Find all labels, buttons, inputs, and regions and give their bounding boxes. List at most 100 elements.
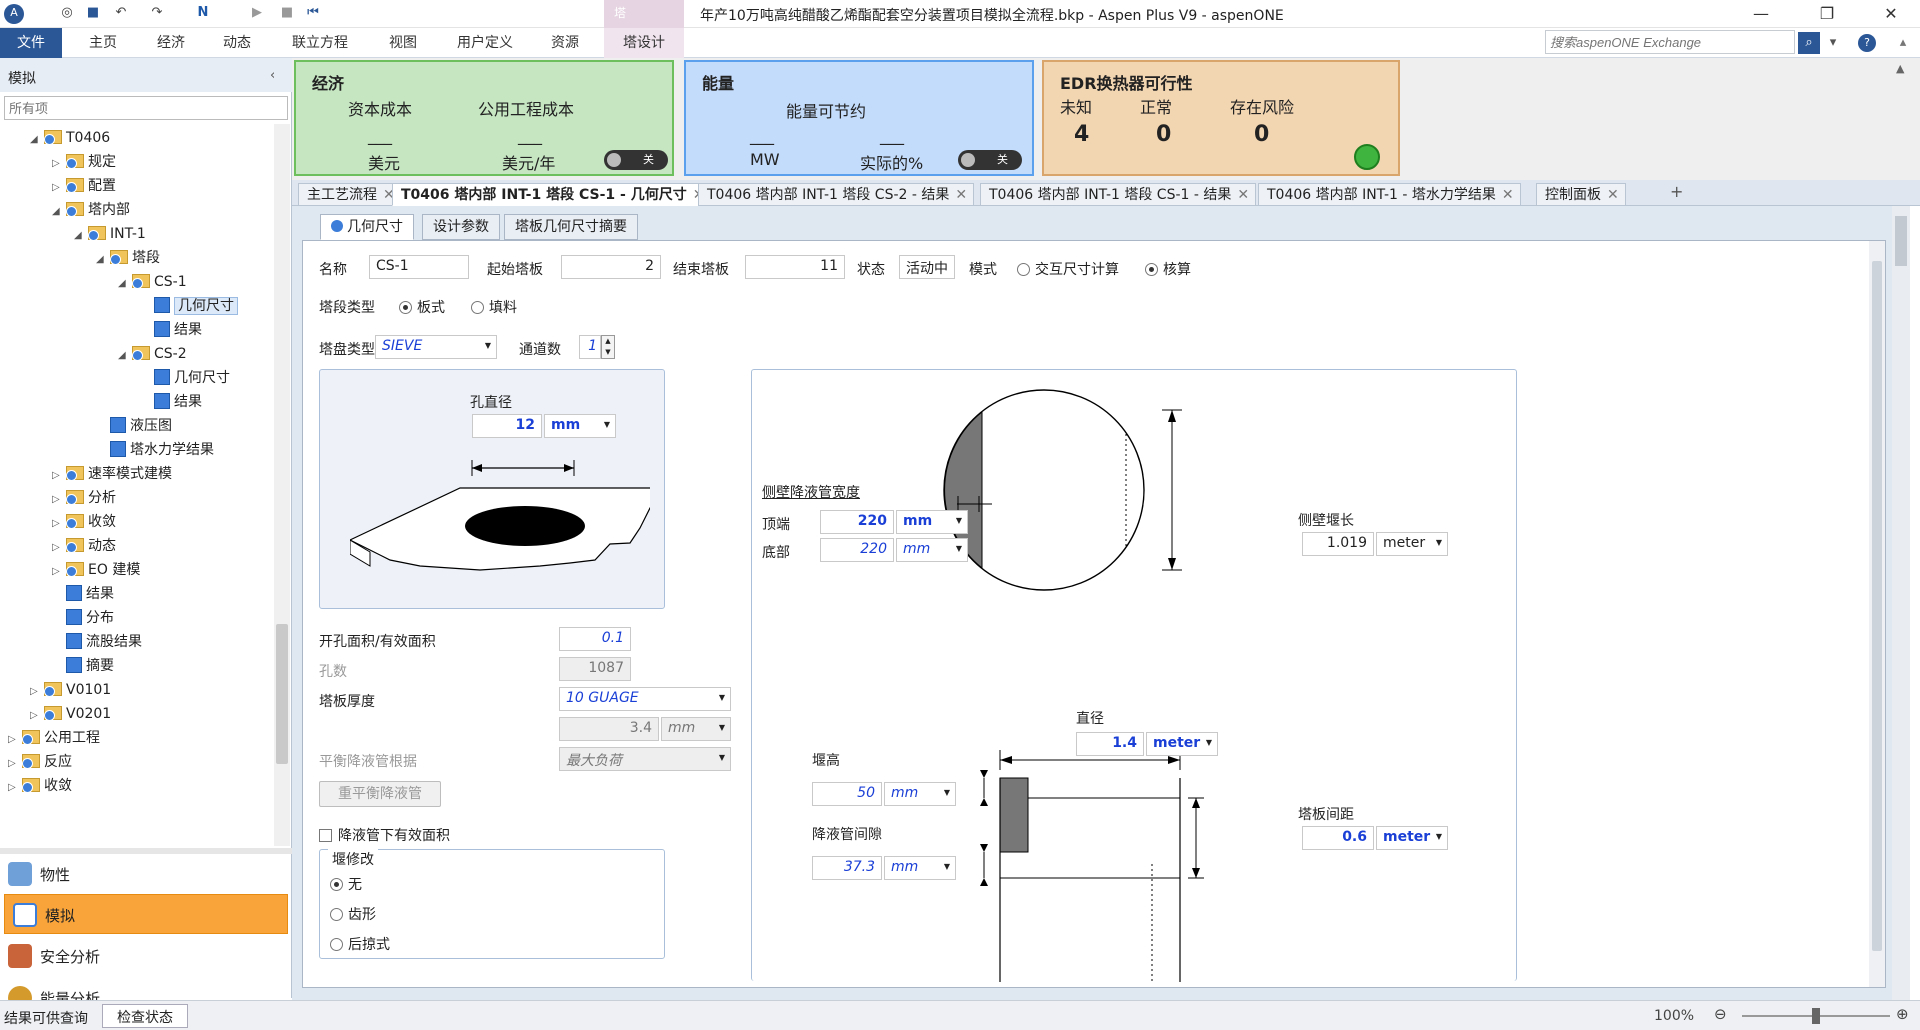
tree-item[interactable]: 几何尺寸 <box>140 366 230 390</box>
energy-panel[interactable]: 能量 能量可节约 ___ ___ MW 实际的% 关 <box>684 60 1034 176</box>
open-area-field[interactable]: 0.1 <box>559 627 631 651</box>
diameter-unit-select[interactable]: meter <box>1146 732 1218 756</box>
tree-item[interactable]: 摘要 <box>52 654 114 678</box>
tree-item[interactable]: ▷ V0201 <box>30 702 111 726</box>
tree-item[interactable]: 分布 <box>52 606 114 630</box>
run-icon[interactable]: ▶ <box>248 4 266 22</box>
tree-item[interactable]: ◢ INT-1 <box>74 222 146 246</box>
expand-icon[interactable]: ◢ <box>74 224 88 248</box>
tab-tray-geometry-summary[interactable]: 塔板几何尺寸摘要 <box>504 214 638 240</box>
tab-economics[interactable]: 经济 <box>146 28 196 58</box>
document-tab[interactable]: 控制面板 ✕ <box>1536 183 1626 206</box>
collapse-dashboard-icon[interactable]: ▲ <box>1896 62 1904 75</box>
zoom-slider[interactable] <box>1742 1008 1890 1024</box>
expand-icon[interactable]: ▷ <box>52 536 66 560</box>
tab-column-design[interactable]: 塔设计 <box>604 28 684 58</box>
tree-item[interactable]: 几何尺寸 <box>140 294 238 318</box>
tree-item[interactable]: 流股结果 <box>52 630 142 654</box>
tray-thickness-select[interactable]: 10 GUAGE <box>559 687 731 711</box>
tree-item[interactable]: ▷ 规定 <box>52 150 116 174</box>
zoom-in-icon[interactable]: ⊕ <box>1896 1005 1909 1023</box>
tree-item[interactable]: 结果 <box>140 390 202 414</box>
passes-stepper[interactable]: ▲ ▼ <box>601 335 615 359</box>
weir-height-unit-select[interactable]: mm <box>884 782 956 806</box>
section-packed-radio[interactable]: 填料 <box>471 297 517 317</box>
close-tab-icon[interactable]: ✕ <box>1607 187 1619 203</box>
close-tab-icon[interactable]: ✕ <box>1502 187 1514 203</box>
document-tab[interactable]: T0406 塔内部 INT-1 塔段 CS-2 - 结果 ✕ <box>698 183 975 206</box>
tree-item[interactable]: ◢ T0406 <box>30 126 110 150</box>
end-stage-field[interactable]: 11 <box>745 255 845 279</box>
tree-item[interactable]: ▷ 速率模式建模 <box>52 462 172 486</box>
expand-icon[interactable]: ▷ <box>8 728 22 752</box>
tab-file[interactable]: 文件 <box>0 28 62 58</box>
tab-customize[interactable]: 用户定义 <box>450 28 520 58</box>
minimize-ribbon-icon[interactable]: ▴ <box>1892 32 1914 54</box>
nav-properties[interactable]: 物性 <box>0 854 292 894</box>
expand-icon[interactable]: ▷ <box>8 752 22 776</box>
exchange-search-input[interactable] <box>1545 30 1795 54</box>
tree-item[interactable]: ▷ 配置 <box>52 174 116 198</box>
tree-item[interactable]: ▷ 收敛 <box>52 510 116 534</box>
rebalance-downcomer-button[interactable]: 重平衡降液管 <box>319 781 441 807</box>
form-scrollbar[interactable] <box>1869 241 1885 987</box>
tab-equation-oriented[interactable]: 联立方程 <box>284 28 356 58</box>
close-icon[interactable]: ✕ <box>1868 0 1914 28</box>
tree-item[interactable]: ▷ 反应 <box>8 750 72 774</box>
collapse-pane-icon[interactable]: ‹ <box>270 68 275 83</box>
bottom-width-field[interactable]: 220 <box>820 538 894 562</box>
document-tab[interactable]: T0406 塔内部 INT-1 塔段 CS-1 - 几何尺寸✕ <box>392 183 712 206</box>
expand-icon[interactable]: ▷ <box>52 176 66 200</box>
weir-none-radio[interactable]: 无 <box>330 874 362 894</box>
new-tab-icon[interactable]: + <box>1670 182 1683 201</box>
zoom-slider-thumb[interactable] <box>1812 1008 1820 1024</box>
tree-item[interactable]: ◢ CS-2 <box>118 342 187 366</box>
close-tab-icon[interactable]: ✕ <box>955 187 967 203</box>
tree-scroll-thumb[interactable] <box>276 624 288 764</box>
tree-item[interactable]: ▷ 收敛 <box>8 774 72 798</box>
tray-spacing-unit-select[interactable]: meter <box>1376 826 1448 850</box>
tree-item[interactable]: 结果 <box>140 318 202 342</box>
chevron-down-icon[interactable]: ▾ <box>1826 32 1840 54</box>
tree-item[interactable]: ◢ 塔内部 <box>52 198 130 222</box>
tree-item[interactable]: ▷ 动态 <box>52 534 116 558</box>
mode-interactive-radio[interactable]: 交互尺寸计算 <box>1017 259 1119 279</box>
downcomer-clearance-unit-select[interactable]: mm <box>884 856 956 880</box>
tree-item[interactable]: ▷ EO 建模 <box>52 558 140 582</box>
name-field[interactable]: CS-1 <box>369 255 469 279</box>
refresh-icon[interactable] <box>1354 144 1380 170</box>
expand-icon[interactable]: ▷ <box>52 152 66 176</box>
next-icon[interactable]: N <box>194 4 212 22</box>
tree-item[interactable]: ▷ V0101 <box>30 678 111 702</box>
economics-toggle[interactable]: 关 <box>604 150 668 170</box>
tab-dynamics[interactable]: 动态 <box>212 28 262 58</box>
top-width-unit-select[interactable]: mm <box>896 510 968 534</box>
top-width-field[interactable]: 220 <box>820 510 894 534</box>
energy-toggle[interactable]: 关 <box>958 150 1022 170</box>
tab-resources[interactable]: 资源 <box>540 28 590 58</box>
expand-icon[interactable]: ◢ <box>118 344 132 368</box>
economics-panel[interactable]: 经济 资本成本 公用工程成本 ___ ___ 美元 美元/年 关 <box>294 60 674 176</box>
expand-icon[interactable]: ▷ <box>30 704 44 728</box>
tab-geometry[interactable]: 几何尺寸 <box>320 214 414 240</box>
tree-item[interactable]: ◢ CS-1 <box>118 270 187 294</box>
tray-type-select[interactable]: SIEVE <box>375 335 497 359</box>
expand-icon[interactable]: ▷ <box>52 488 66 512</box>
redo-icon[interactable]: ↷ <box>148 4 166 22</box>
weir-serrated-radio[interactable]: 齿形 <box>330 904 376 924</box>
restore-icon[interactable]: ❐ <box>1804 0 1850 28</box>
downcomer-clearance-field[interactable]: 37.3 <box>812 856 882 880</box>
diameter-field[interactable]: 1.4 <box>1076 732 1144 756</box>
expand-icon[interactable]: ▷ <box>52 512 66 536</box>
undo-icon[interactable]: ↶ <box>112 4 130 22</box>
main-scroll-thumb[interactable] <box>1895 216 1907 266</box>
below-downcomer-checkbox[interactable]: 降液管下有效面积 <box>319 825 450 845</box>
tree-scrollbar[interactable] <box>274 124 290 846</box>
hole-diameter-unit-select[interactable]: mm <box>544 414 616 438</box>
check-status-button[interactable]: 检查状态 <box>102 1004 188 1028</box>
edr-panel[interactable]: EDR换热器可行性 未知 正常 存在风险 4 0 0 <box>1042 60 1400 176</box>
save-icon[interactable]: ■ <box>84 4 102 22</box>
tab-view[interactable]: 视图 <box>378 28 428 58</box>
stop-icon[interactable]: ■ <box>278 4 296 22</box>
weir-height-field[interactable]: 50 <box>812 782 882 806</box>
